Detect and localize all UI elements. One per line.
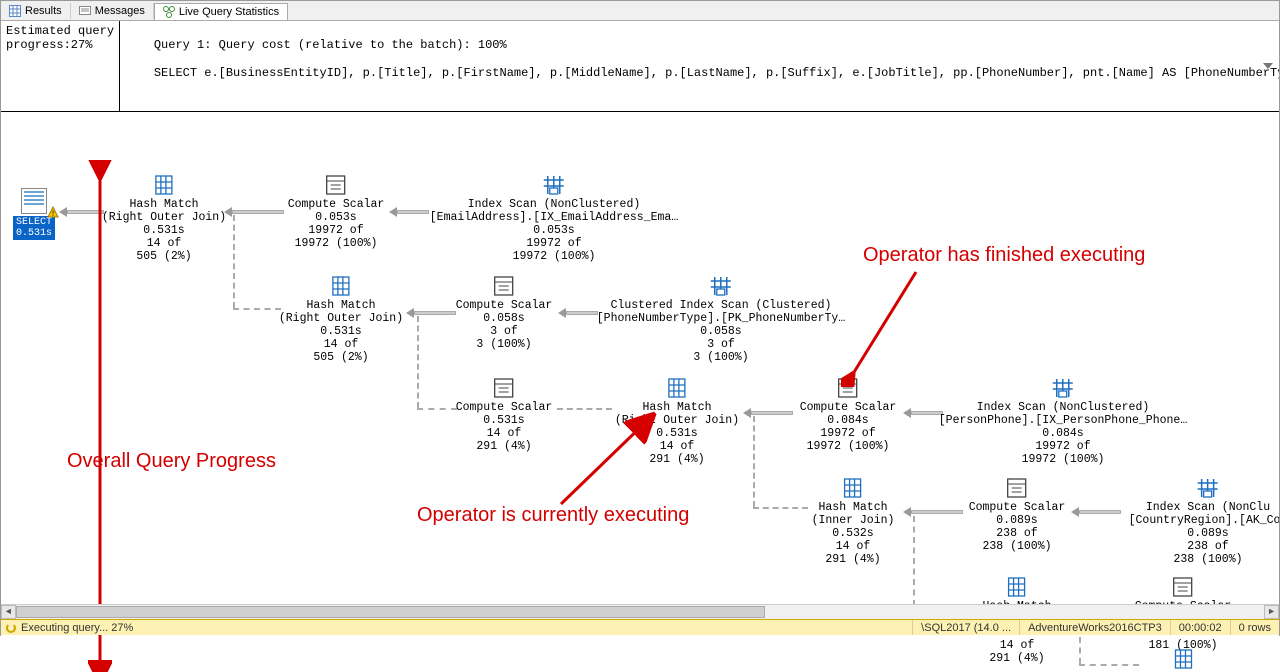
query-header: Estimated query progress:27% Query 1: Qu… [1,21,1279,112]
dropdown-caret-icon[interactable] [1263,63,1273,69]
compute-scalar-icon [1171,576,1195,598]
data-flow-arrow [558,308,598,318]
plan-connector [753,507,808,509]
annotation-finished: Operator has finished executing [863,244,1145,267]
execution-plan-canvas[interactable]: ! SELECT0.531s Hash Match(Right Outer Jo… [1,112,1279,672]
plan-connector [913,516,915,606]
operator-compute-scalar[interactable]: Compute Scalar0.531s14 of291 (4%) [456,377,553,453]
data-flow-arrow [406,308,456,318]
status-server: \SQL2017 (14.0 ... [912,620,1019,635]
hash-match-icon [152,174,176,196]
grid-icon [9,5,21,17]
horizontal-scrollbar[interactable]: ◄ ► [1,604,1279,619]
query-sql-line: SELECT e.[BusinessEntityID], p.[Title], … [154,66,1279,80]
operator-index-scan[interactable]: Index Scan (NonClustered)[PersonPhone].[… [939,377,1187,466]
hash-match-icon [329,275,353,297]
index-scan-icon [1051,377,1075,399]
plan-connector [233,215,235,308]
annotation-arrow-current [556,409,666,509]
operator-hash-match[interactable]: Hash Match(Right Outer Join)0.531s14 of5… [102,174,226,263]
svg-text:!: ! [51,210,56,218]
index-scan-icon [709,275,733,297]
estimated-progress: Estimated query progress:27% [1,21,120,111]
hash-match-icon [841,477,865,499]
plan-connector [233,308,281,310]
operator-clustered-index-scan[interactable]: Clustered Index Scan (Clustered)[PhoneNu… [597,275,845,364]
hash-match-icon [1171,648,1195,670]
annotation-current: Operator is currently executing [417,504,689,527]
index-scan-icon [1196,477,1220,499]
compute-scalar-icon [1005,477,1029,499]
message-icon [79,5,91,17]
compute-scalar-icon [492,377,516,399]
compute-scalar-icon [492,275,516,297]
tab-live-query-statistics[interactable]: Live Query Statistics [154,3,288,20]
operator-hash-match[interactable]: Hash Match(Right Outer Join)0.531s14 of5… [279,275,403,364]
tab-label: Results [25,5,62,17]
operator-compute-scalar[interactable]: Compute Scalar0.084s19972 of19972 (100%) [800,377,897,453]
operator-index-scan[interactable]: Index Scan (NonClu[CountryRegion].[AK_Co… [1129,477,1279,566]
tab-label: Messages [95,5,145,17]
index-scan-icon [542,174,566,196]
data-flow-arrow [743,408,793,418]
status-bar: Executing query... 27% \SQL2017 (14.0 ..… [1,619,1279,635]
data-flow-arrow [1071,507,1121,517]
select-grid-icon [21,188,47,214]
plan-connector [417,408,457,410]
scroll-thumb[interactable] [16,606,765,618]
compute-scalar-icon [324,174,348,196]
status-database: AdventureWorks2016CTP3 [1019,620,1170,635]
status-executing: Executing query... 27% [21,622,133,634]
annotation-arrow-overall [85,160,115,672]
scroll-right-button[interactable]: ► [1264,605,1279,619]
select-label: SELECT0.531s [13,216,55,240]
plan-connector [753,416,755,507]
status-rows: 0 rows [1230,620,1279,635]
operator-select[interactable]: ! SELECT0.531s [13,188,55,240]
scroll-track[interactable] [16,605,1264,619]
stats-icon [163,6,175,18]
data-flow-arrow [903,408,943,418]
scroll-left-button[interactable]: ◄ [1,605,16,619]
annotation-overall: Overall Query Progress [67,450,276,473]
query-cost-line: Query 1: Query cost (relative to the bat… [154,38,507,52]
hash-match-icon [1005,576,1029,598]
operator-compute-scalar[interactable]: Compute Scalar0.053s19972 of19972 (100%) [288,174,385,250]
plan-connector [417,316,419,408]
query-header-text: Query 1: Query cost (relative to the bat… [120,21,1279,111]
tab-messages[interactable]: Messages [71,3,154,19]
plan-connector [1079,664,1139,666]
operator-index-scan[interactable]: Index Scan (NonClustered)[EmailAddress].… [430,174,678,263]
warning-icon: ! [47,206,59,218]
annotation-arrow-finished [841,267,921,387]
hash-match-icon [665,377,689,399]
tab-bar: Results Messages Live Query Statistics [1,1,1279,21]
operator-compute-scalar[interactable]: Compute Scalar0.089s238 of238 (100%) [969,477,1066,553]
operator-hash-match[interactable]: Hash Match [1148,648,1217,672]
data-flow-arrow [903,507,963,517]
tab-results[interactable]: Results [1,3,71,19]
status-elapsed: 00:00:02 [1170,620,1230,635]
operator-hash-match[interactable]: Hash Match(Inner Join)0.532s14 of291 (4%… [812,477,895,566]
data-flow-arrow [389,207,429,217]
tab-label: Live Query Statistics [179,6,279,18]
spinner-icon [6,623,16,633]
operator-compute-scalar[interactable]: Compute Scalar0.058s3 of3 (100%) [456,275,553,351]
